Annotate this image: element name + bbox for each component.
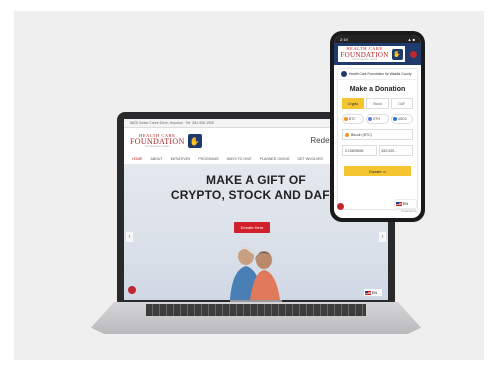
menu-icon[interactable] [409,50,417,58]
btc-icon [344,117,348,121]
coin-btc-label: BTC [349,117,356,121]
phone-status-bar: 2:19 ▲ ■ [334,35,421,43]
language-selector[interactable]: EN [364,289,382,296]
status-time: 2:19 [340,36,348,42]
top-info-text: 5625 Cedar Creek Drive, Houston · Tel: 2… [130,121,214,125]
tab-stock[interactable]: Stock [366,98,389,109]
currency-select[interactable]: Bitcoin (BTC) [342,129,413,140]
org-name: Health Care Foundation for Wasilla Count… [349,72,412,76]
nav-item-get-involved[interactable]: GET INVOLVED [298,157,324,161]
donate-here-button[interactable]: Donate Here [234,222,270,233]
couple-photo [230,247,280,300]
next-slide-icon[interactable]: › [379,232,386,242]
coin-options: BTC ETH USDC [338,114,417,124]
status-icons: ▲ ■ [407,36,416,42]
hands-emblem-icon: ✋ [187,134,202,148]
nav-item-programs[interactable]: PROGRAMS [198,157,218,161]
usdc-icon [392,117,397,121]
coin-usdc-label: USDC [397,117,407,121]
prev-slide-icon[interactable]: ‹ [126,232,133,242]
phone-logo[interactable]: HEALTH CARE FOUNDATION THE POSSIBLE SPIR… [338,46,405,62]
accessibility-icon[interactable] [128,286,136,294]
crypto-amount-input[interactable]: 0.15609545 [342,145,377,156]
phone-logo-line3: THE POSSIBLE SPIRIT [351,57,378,61]
phone-screen: 2:19 ▲ ■ HEALTH CARE FOUNDATION THE POSS… [334,35,421,218]
us-flag-icon [365,290,371,295]
eth-icon [368,117,373,121]
usd-amount-input[interactable]: $10,000... [378,145,413,156]
phone-logo-text: HEALTH CARE FOUNDATION THE POSSIBLE SPIR… [340,46,388,61]
logo-text: HEALTH CARE FOUNDATION THE POSSIBLE SPIR… [130,133,185,149]
language-code: EN [372,290,377,295]
site-logo[interactable]: HEALTH CARE FOUNDATION THE POSSIBLE SPIR… [130,133,202,149]
logo-line3: THE POSSIBLE SPIRIT [144,145,170,148]
tab-daf[interactable]: DAF [390,98,413,109]
tab-crypto[interactable]: Crypto [342,98,365,109]
org-row: Health Care Foundation for Wasilla Count… [338,69,417,80]
currency-select-value: Bitcoin (BTC) [351,132,372,137]
bitcoin-icon [345,132,349,137]
org-badge-icon [341,71,347,77]
phone-hands-emblem-icon: ✋ [391,48,403,60]
nav-item-planned-giving[interactable]: PLANNED GIVING [260,157,290,161]
phone-language-code: EN [403,202,408,206]
phone: 2:19 ▲ ■ HEALTH CARE FOUNDATION THE POSS… [330,31,425,222]
asset-tabs: Crypto Stock DAF [338,98,417,109]
powered-by: Powered by [338,209,417,213]
nav-item-initiatives[interactable]: INITIATIVES [171,157,191,161]
donation-widget: Health Care Foundation for Wasilla Count… [338,69,417,209]
donation-title: Make a Donation [349,86,406,93]
coin-usdc[interactable]: USDC [390,114,413,124]
nav-item-home[interactable]: HOME [132,157,143,161]
coin-btc[interactable]: BTC [342,114,365,124]
donate-button[interactable]: Donate ⇨ [344,166,411,176]
coin-eth[interactable]: ETH [366,114,389,124]
nav-item-about[interactable]: ABOUT [151,157,163,161]
amount-row: 0.15609545 $10,000... [342,145,413,156]
powered-by-text: Powered by [401,209,417,213]
laptop-keyboard [146,304,366,316]
coin-eth-label: ETH [373,117,380,121]
phone-header: HEALTH CARE FOUNDATION THE POSSIBLE SPIR… [334,43,421,65]
phone-language-selector[interactable]: EN [395,200,416,208]
nav-item-ways-to-give[interactable]: WAYS TO GIVE [227,157,252,161]
phone-us-flag-icon [396,202,402,206]
